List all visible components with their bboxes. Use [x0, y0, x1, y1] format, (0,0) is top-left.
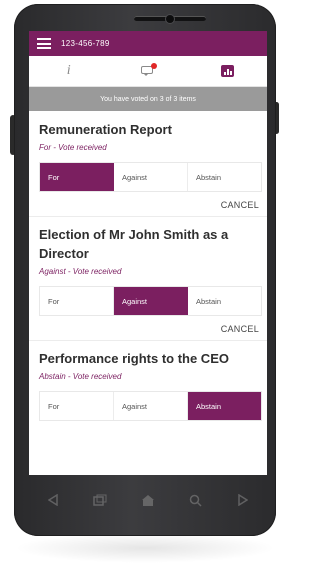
- vote-for-button[interactable]: For: [40, 392, 114, 420]
- resolution-item: Remuneration Report For - Vote received Fo…: [29, 111, 267, 217]
- resolution-status: For - Vote received: [39, 143, 107, 152]
- recent-apps-icon[interactable]: [91, 493, 109, 507]
- resolution-list: Remuneration Report For - Vote received Fo…: [29, 111, 267, 421]
- divider: [29, 340, 267, 341]
- app-header: 123-456-789: [29, 31, 267, 56]
- forward-icon[interactable]: [234, 493, 252, 507]
- chat-icon: [140, 62, 157, 77]
- notification-dot: [150, 62, 157, 69]
- resolution-status: Abstain - Vote received: [39, 372, 122, 381]
- resolution-title: Remuneration Report: [39, 122, 172, 137]
- chart-icon: [220, 65, 234, 77]
- home-icon[interactable]: [139, 493, 157, 507]
- cancel-vote-button[interactable]: CANCEL: [29, 200, 267, 210]
- vote-abstain-button[interactable]: Abstain: [188, 392, 261, 420]
- divider: [29, 216, 267, 217]
- vote-options: For Against Abstain: [39, 286, 262, 316]
- resolution-status: Against - Vote received: [39, 267, 122, 276]
- resolution-title: Performance rights to the CEO: [39, 351, 229, 366]
- resolution-title: Election of Mr John Smith as a Director: [39, 227, 229, 261]
- resolution-item: Election of Mr John Smith as a Director A…: [29, 225, 267, 341]
- vote-options: For Against Abstain: [39, 391, 262, 421]
- tab-results[interactable]: [188, 56, 267, 86]
- vote-against-button[interactable]: Against: [114, 163, 188, 191]
- info-icon: i: [66, 63, 71, 78]
- vote-for-button[interactable]: For: [40, 163, 114, 191]
- phone-number: 123-456-789: [61, 39, 110, 48]
- search-icon[interactable]: [187, 493, 205, 507]
- phone-shadow: [14, 533, 276, 563]
- vote-abstain-button[interactable]: Abstain: [188, 287, 261, 315]
- tab-info[interactable]: i: [29, 56, 108, 86]
- vote-against-button[interactable]: Against: [114, 287, 188, 315]
- vote-options: For Against Abstain: [39, 162, 262, 192]
- vote-for-button[interactable]: For: [40, 287, 114, 315]
- app-screen: 123-456-789 i You have voted on 3 of 3 i…: [29, 31, 267, 475]
- vote-abstain-button[interactable]: Abstain: [188, 163, 261, 191]
- cancel-vote-button[interactable]: CANCEL: [29, 324, 267, 334]
- android-navbar: [29, 475, 267, 525]
- hamburger-icon[interactable]: [37, 38, 51, 49]
- vote-progress-banner: You have voted on 3 of 3 items: [29, 87, 267, 111]
- back-icon[interactable]: [44, 493, 62, 507]
- tab-messages[interactable]: [108, 56, 187, 86]
- vote-against-button[interactable]: Against: [114, 392, 188, 420]
- tab-bar: i: [29, 56, 267, 87]
- phone-camera: [165, 14, 175, 24]
- resolution-item: Performance rights to the CEO Abstain - V…: [29, 349, 267, 421]
